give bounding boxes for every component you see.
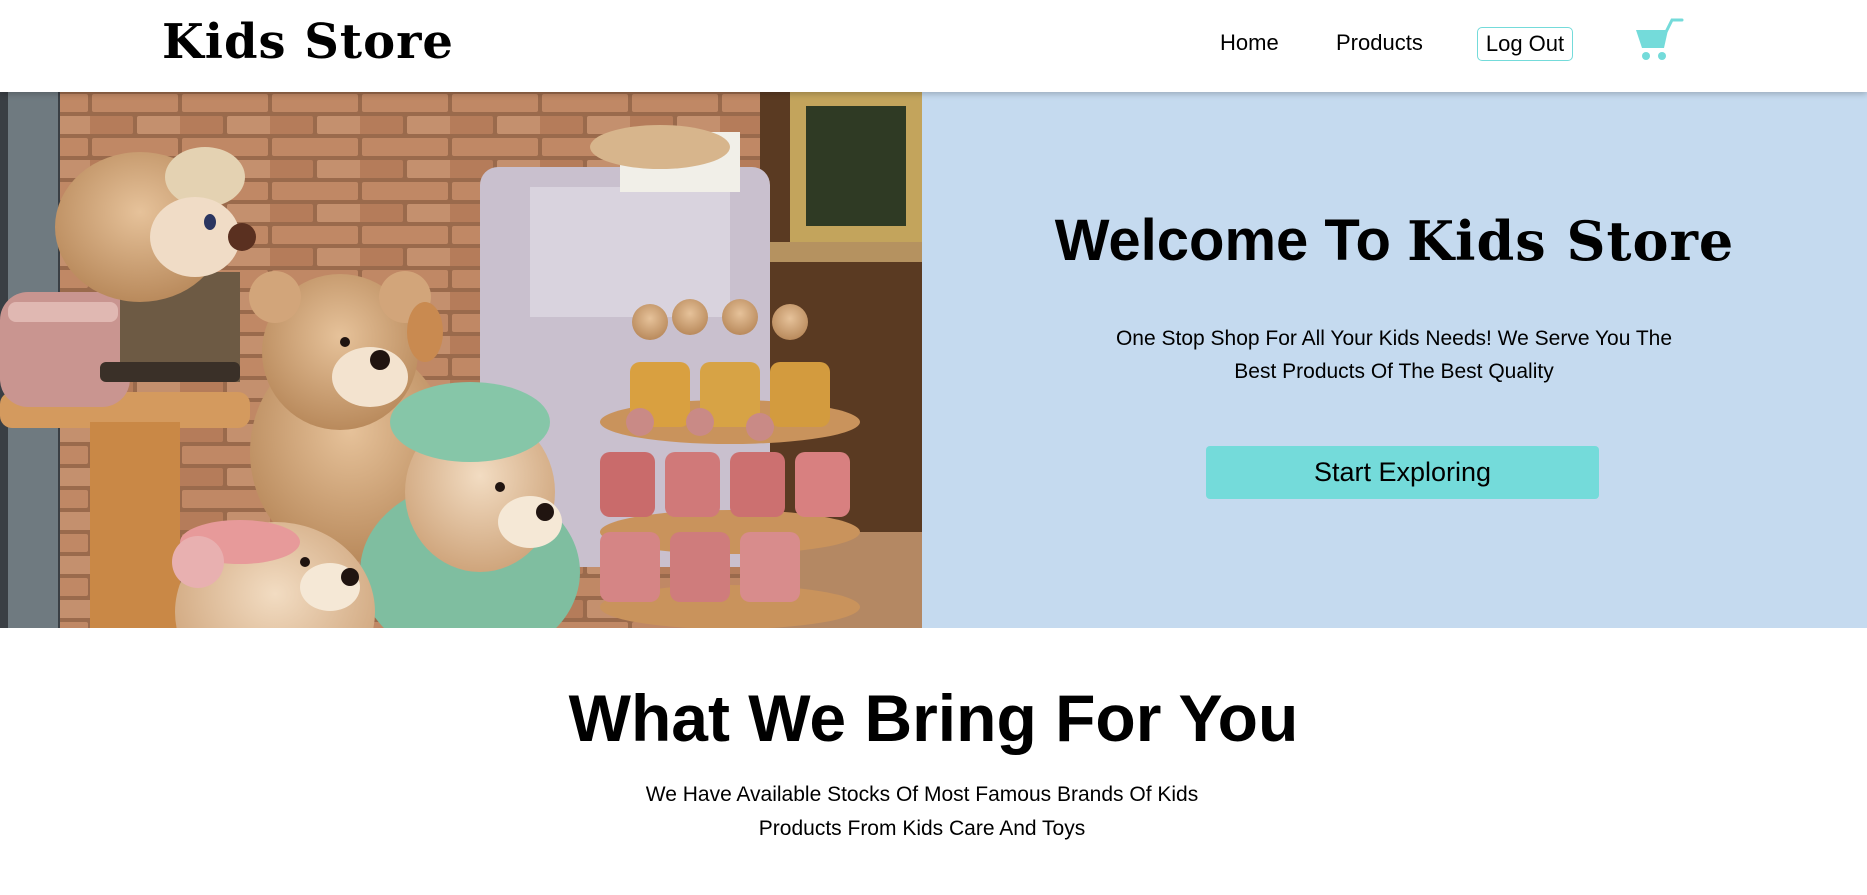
nav-products-link[interactable]: Products	[1336, 30, 1423, 56]
teddy-bear-shop-illustration	[0, 92, 922, 628]
welcome-brand: Kids Store	[1407, 209, 1735, 273]
site-logo[interactable]: Kids Store	[162, 14, 454, 70]
shopping-cart-icon[interactable]	[1634, 18, 1684, 64]
hero-description: One Stop Shop For All Your Kids Needs! W…	[1115, 327, 1673, 383]
section-title: What We Bring For You	[568, 681, 1299, 755]
site-header: Kids Store Home Products Log Out	[0, 0, 1867, 92]
welcome-heading: Welcome To Kids Store	[922, 207, 1867, 274]
logout-button[interactable]: Log Out	[1477, 27, 1573, 61]
section-description: We Have Available Stocks Of Most Famous …	[645, 783, 1199, 840]
hero-panel: Welcome To Kids Store One Stop Shop For …	[922, 92, 1867, 628]
nav-home-link[interactable]: Home	[1220, 30, 1279, 56]
start-exploring-button[interactable]: Start Exploring	[1206, 446, 1599, 499]
welcome-prefix: Welcome To	[1054, 208, 1391, 273]
hero-section: Welcome To Kids Store One Stop Shop For …	[0, 92, 1867, 628]
hero-image	[0, 92, 922, 628]
